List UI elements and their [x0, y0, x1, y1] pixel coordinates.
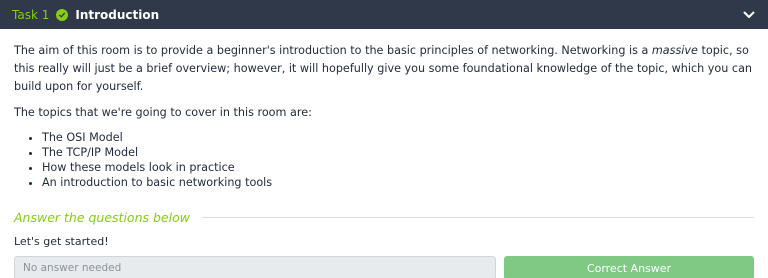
list-item: An introduction to basic networking tool… [42, 175, 754, 190]
answer-section-header: Answer the questions below [0, 210, 768, 225]
list-item: The TCP/IP Model [42, 145, 754, 160]
topics-intro: The topics that we're going to cover in … [14, 106, 312, 119]
divider [201, 217, 754, 218]
list-item: How these models look in practice [42, 160, 754, 175]
check-mark-icon [59, 12, 66, 17]
intro-text-start: The aim of this room is to provide a beg… [14, 44, 652, 57]
intro-paragraph: The aim of this room is to provide a beg… [14, 42, 754, 96]
list-item: The OSI Model [42, 130, 754, 145]
answer-section-title: Answer the questions below [14, 210, 190, 225]
answer-input[interactable] [14, 256, 496, 278]
check-circle-icon [56, 8, 69, 21]
task-header[interactable]: Task 1 Introduction [0, 0, 768, 29]
task-content: The aim of this room is to provide a beg… [0, 29, 768, 190]
answer-row: Correct Answer [0, 256, 768, 278]
question-text: Let's get started! [14, 235, 109, 248]
chevron-down-icon[interactable] [742, 8, 756, 22]
task-number-label: Task 1 [12, 7, 50, 22]
correct-answer-button[interactable]: Correct Answer [504, 256, 754, 278]
intro-emphasis: massive [651, 44, 698, 57]
topics-list: The OSI Model The TCP/IP Model How these… [14, 130, 754, 190]
task-title: Introduction [75, 7, 160, 22]
task-panel: Task 1 Introduction The aim of this room… [0, 0, 768, 278]
